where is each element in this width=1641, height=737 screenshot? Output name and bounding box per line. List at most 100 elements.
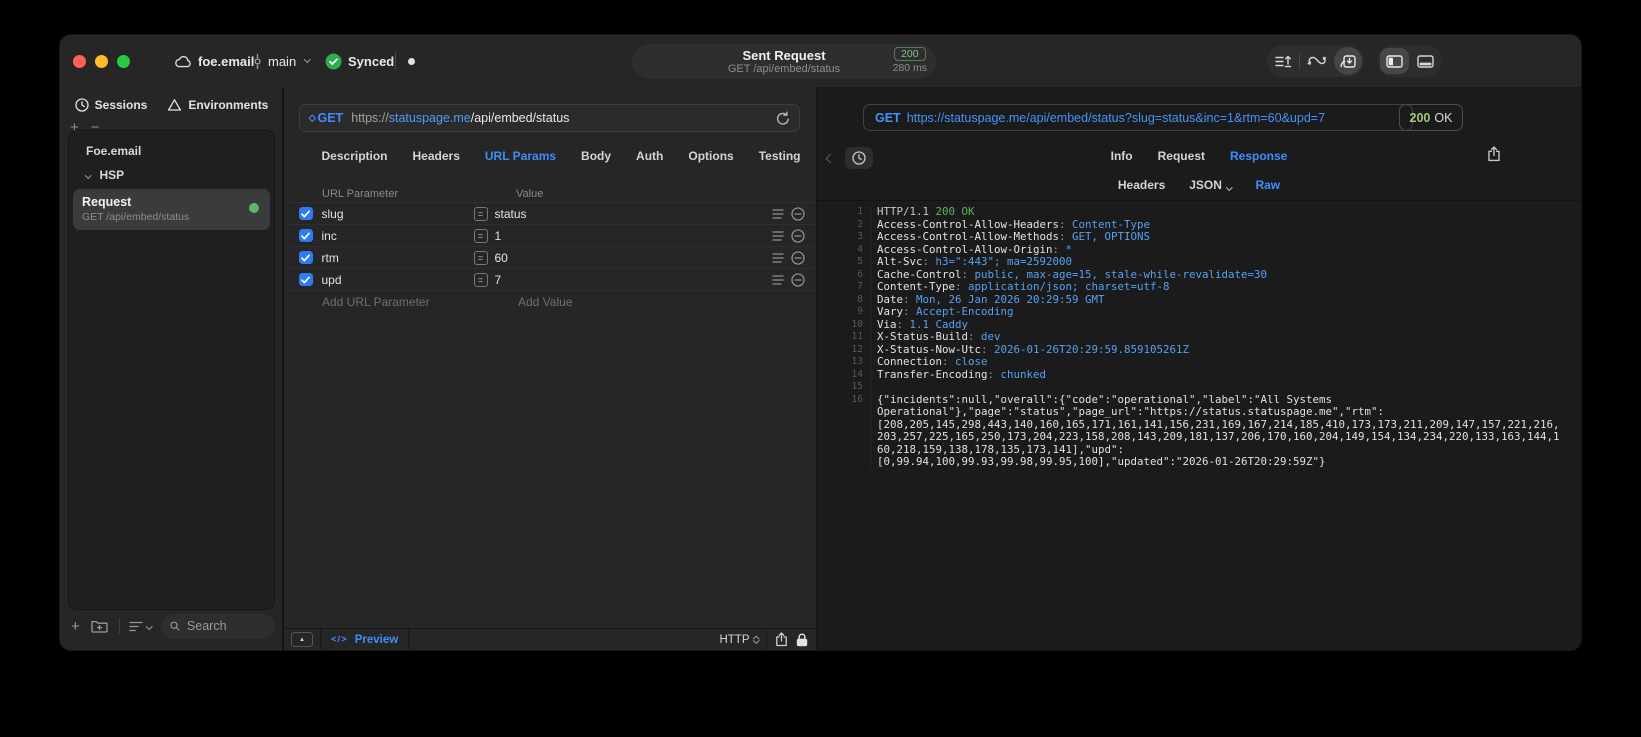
loop-arrows-icon: [1307, 56, 1326, 65]
environments-icon: [168, 99, 182, 111]
line-number: [817, 431, 871, 444]
zoom-window-button[interactable]: [117, 55, 130, 68]
tab-request[interactable]: Request: [1158, 149, 1205, 167]
screen: foe.email main Synced Sent Request GET /…: [0, 0, 1641, 737]
drag-handle-icon[interactable]: [772, 208, 784, 219]
tab-info[interactable]: Info: [1111, 149, 1133, 167]
new-folder-icon[interactable]: [91, 619, 108, 633]
sort-filter-button[interactable]: [129, 621, 153, 632]
tab-sessions[interactable]: Sessions: [74, 98, 147, 112]
line-number: 9: [817, 306, 871, 319]
tab-raw[interactable]: Raw: [1255, 178, 1280, 196]
chevron-down-icon: [1226, 183, 1233, 190]
tree-group-hsp[interactable]: HSP: [69, 163, 274, 187]
drag-handle-icon[interactable]: [772, 252, 784, 263]
tab-testing[interactable]: Testing: [759, 149, 801, 169]
tree-request-item-selected[interactable]: Request GET /api/embed/status: [73, 189, 270, 230]
response-tabs: Info Request Response: [817, 149, 1581, 167]
method-selector[interactable]: GET: [309, 111, 343, 125]
branch-selector[interactable]: main: [253, 35, 311, 87]
toggle-sidebar-button[interactable]: [1380, 48, 1409, 74]
drag-handle-icon[interactable]: [772, 230, 784, 241]
search-icon: [170, 621, 180, 631]
close-window-button[interactable]: [73, 55, 86, 68]
remove-row-icon[interactable]: [791, 250, 805, 265]
share-icon[interactable]: [775, 632, 788, 647]
tab-environments[interactable]: Environments: [167, 98, 268, 112]
remove-row-icon[interactable]: [791, 228, 805, 243]
request-name: Request: [82, 195, 132, 209]
lock-icon[interactable]: [796, 633, 808, 647]
search-field[interactable]: [161, 613, 275, 639]
tree-group-label: Foe.email: [86, 144, 142, 158]
row-actions: [772, 206, 816, 221]
param-name[interactable]: slug: [322, 207, 474, 221]
tab-json[interactable]: JSON: [1189, 178, 1233, 196]
new-request-button[interactable]: +: [71, 618, 80, 635]
param-checkbox[interactable]: [299, 206, 313, 221]
add-value[interactable]: Add Value: [518, 295, 573, 309]
flow-loop-button[interactable]: [1300, 45, 1332, 77]
clock-icon: [74, 98, 89, 112]
sent-request-status: 200 280 ms: [893, 47, 927, 74]
tab-response[interactable]: Response: [1230, 149, 1287, 167]
toggle-bottom-panel-button[interactable]: [1409, 45, 1441, 77]
add-param-row: Add URL Parameter Add Value: [284, 291, 816, 312]
line-number: 11: [817, 331, 871, 344]
row-actions: [772, 228, 816, 243]
row-actions: [772, 250, 816, 265]
row-actions: [772, 272, 816, 287]
project-indicator[interactable]: foe.email: [174, 35, 254, 87]
param-name[interactable]: rtm: [322, 251, 474, 265]
assign-icon: =: [473, 250, 488, 265]
protocol-label: HTTP: [719, 633, 750, 646]
search-input[interactable]: [184, 618, 266, 634]
request-url-bar[interactable]: GET https://statuspage.me/api/embed/stat…: [299, 104, 800, 132]
request-url[interactable]: https://statuspage.me/api/embed/status: [351, 111, 776, 125]
line-number: [817, 406, 871, 419]
line-number: [817, 418, 871, 431]
bottom-panel-layout-icon: [1416, 54, 1434, 68]
tab-auth[interactable]: Auth: [636, 149, 663, 169]
param-row: slug = status: [284, 203, 816, 225]
tab-headers[interactable]: Headers: [1118, 178, 1165, 196]
minimize-window-button[interactable]: [95, 55, 108, 68]
collapse-editor-button[interactable]: ▲: [291, 632, 313, 647]
tab-options[interactable]: Options: [688, 149, 733, 169]
request-queue-button[interactable]: [1267, 45, 1299, 77]
resend-icon[interactable]: [776, 111, 790, 126]
param-checkbox[interactable]: [299, 272, 313, 287]
line-number: 14: [817, 368, 871, 381]
param-name[interactable]: upd: [322, 273, 474, 287]
response-status-code: 200: [1409, 110, 1431, 125]
response-url-box[interactable]: GET https://statuspage.me/api/embed/statu…: [863, 104, 1413, 131]
protocol-selector[interactable]: HTTP: [719, 633, 759, 646]
drag-handle-icon[interactable]: [772, 274, 784, 285]
sent-request-pill[interactable]: Sent Request GET /api/embed/status 200 2…: [632, 44, 936, 79]
param-value-cell[interactable]: = status: [473, 206, 527, 221]
remove-row-icon[interactable]: [791, 272, 805, 287]
remove-row-icon[interactable]: [791, 206, 805, 221]
sidebar: Sessions Environments + − Foe.email HSP …: [60, 87, 832, 650]
param-checkbox[interactable]: [299, 228, 313, 243]
param-row: rtm = 60: [284, 247, 816, 269]
param-value-cell[interactable]: = 60: [473, 250, 508, 265]
tree-group-foe-email[interactable]: Foe.email: [69, 130, 832, 163]
tab-description[interactable]: Description: [322, 149, 388, 169]
share-icon[interactable]: [1487, 146, 1501, 162]
add-url-parameter[interactable]: Add URL Parameter: [322, 295, 498, 309]
tab-headers[interactable]: Headers: [413, 149, 460, 169]
tab-body[interactable]: Body: [581, 149, 611, 169]
line-number: 3: [817, 231, 871, 244]
sidebar-bottom-bar: +: [68, 613, 275, 639]
url-path: /api/embed/status: [470, 111, 570, 125]
method-stepper-icon: [309, 114, 316, 122]
param-name[interactable]: inc: [322, 229, 474, 243]
line-number: 15: [817, 381, 871, 394]
send-to-window-button[interactable]: [1334, 47, 1362, 75]
param-checkbox[interactable]: [299, 250, 313, 265]
tab-url-params[interactable]: URL Params: [485, 149, 556, 169]
param-value-cell[interactable]: = 7: [473, 272, 501, 287]
param-value-cell[interactable]: = 1: [473, 228, 501, 243]
preview-button[interactable]: </> Preview: [331, 634, 398, 646]
